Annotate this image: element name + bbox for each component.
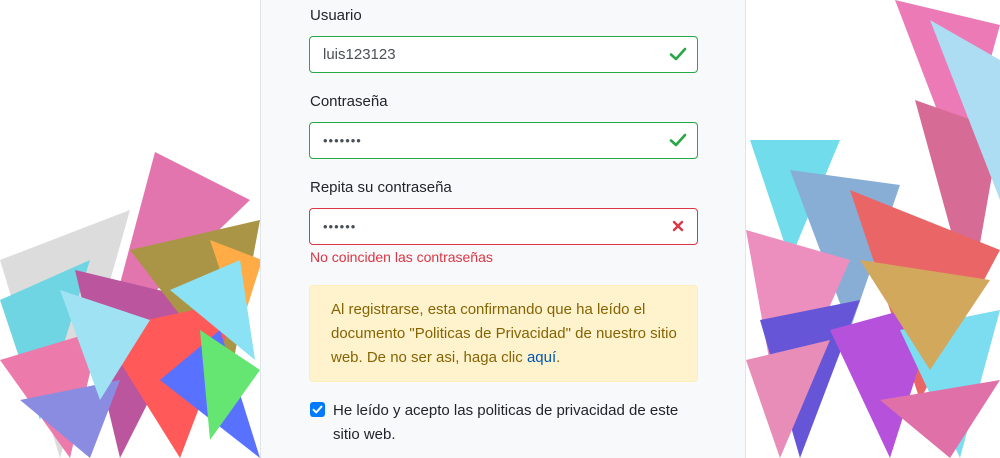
password-input[interactable] [310, 123, 663, 158]
privacy-policy-link[interactable]: aquí [527, 349, 556, 366]
privacy-notice-end: . [556, 349, 561, 366]
check-icon [669, 133, 687, 147]
registration-card: Usuario Contraseña Repita su contraseña … [260, 0, 746, 458]
password-label: Contraseña [310, 93, 388, 110]
privacy-notice: Al registrarse, esta confirmando que ha … [309, 285, 698, 382]
check-icon [669, 47, 687, 61]
confirm-password-input[interactable] [310, 209, 663, 244]
username-input[interactable] [310, 37, 663, 72]
username-field[interactable] [309, 36, 698, 73]
confirm-password-label: Repita su contraseña [310, 179, 452, 196]
confirm-password-field[interactable] [309, 208, 698, 245]
password-mismatch-error: No coinciden las contraseñas [310, 249, 493, 265]
x-icon [672, 220, 684, 232]
username-label: Usuario [310, 7, 362, 24]
accept-policy-label: He leído y acepto las politicas de priva… [333, 402, 679, 443]
privacy-notice-text: Al registrarse, esta confirmando que ha … [331, 301, 677, 366]
checkmark-icon [312, 405, 323, 414]
password-field[interactable] [309, 122, 698, 159]
accept-policy-checkbox[interactable] [310, 402, 325, 417]
